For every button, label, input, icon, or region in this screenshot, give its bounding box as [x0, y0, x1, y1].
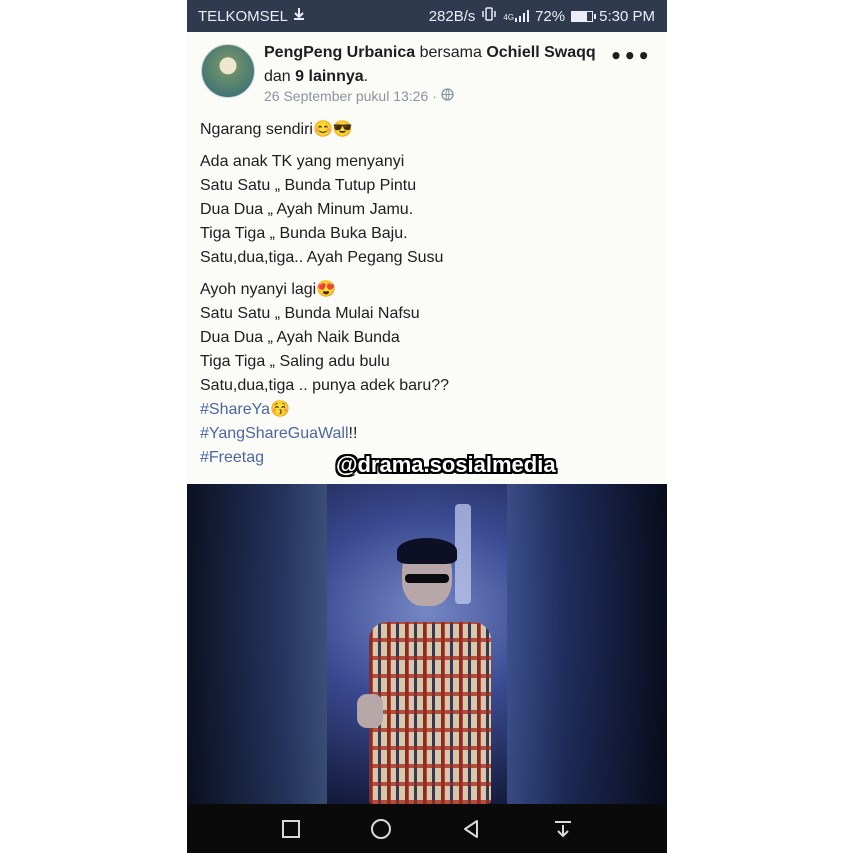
hashtag-suffix: 😚: [269, 401, 290, 418]
post-header: PengPeng Urbanica bersama Ochiell Swaqq …: [264, 41, 604, 89]
photo-bg-right: [507, 484, 667, 804]
home-icon[interactable]: [368, 816, 394, 842]
battery-percent: 72%: [535, 7, 566, 25]
post-line: Ada anak TK yang menyanyi: [200, 153, 405, 170]
tagged-friend[interactable]: Ochiell Swaqq: [486, 44, 595, 61]
watermark: @drama.sosialmedia: [336, 452, 556, 477]
hashtag-line: #ShareYa😚: [200, 398, 650, 422]
signal-icon: 4G: [503, 10, 530, 22]
photo-bg-left: [187, 484, 327, 804]
post-line: Satu,dua,tiga.. Ayah Pegang Susu: [200, 249, 444, 266]
and-label: dan: [264, 68, 291, 85]
others-link[interactable]: 9 lainnya: [295, 68, 363, 85]
android-nav-bar: [187, 804, 667, 853]
post-line: Satu Satu „ Bunda Tutup Pintu: [200, 177, 417, 194]
person-hair: [397, 538, 457, 564]
paragraph-1: Ngarang sendiri😊😎: [200, 118, 650, 142]
person-hand: [357, 694, 383, 728]
status-bar-right: 282B/s 4G 72% 5:30 PM: [429, 7, 655, 25]
photo-person: [357, 538, 507, 804]
clock: 5:30 PM: [599, 7, 655, 25]
post-timestamp[interactable]: 26 September pukul 13:26: [264, 88, 428, 104]
globe-icon: [441, 88, 454, 104]
notification-pulldown-icon[interactable]: [550, 816, 576, 842]
hashtag-link[interactable]: #Freetag: [200, 449, 264, 466]
back-icon[interactable]: [458, 816, 484, 842]
post-meta: 26 September pukul 13:26 ·: [264, 88, 454, 104]
recent-apps-icon[interactable]: [278, 816, 304, 842]
author-name[interactable]: PengPeng Urbanica: [264, 44, 415, 61]
with-label: bersama: [419, 44, 482, 61]
post-line: Tiga Tiga „ Saling adu bulu: [200, 353, 390, 370]
status-bar: TELKOMSEL 282B/s 4G 72% 5:30 PM: [187, 0, 667, 32]
status-bar-left: TELKOMSEL: [198, 7, 306, 25]
paragraph-2: Ada anak TK yang menyanyi Satu Satu „ Bu…: [200, 150, 650, 270]
battery-icon: [571, 10, 597, 22]
post-line: Ayoh nyanyi lagi😍: [200, 281, 337, 298]
hashtag-link[interactable]: #YangShareGuaWall: [200, 425, 349, 442]
post-photo[interactable]: [187, 484, 667, 804]
download-icon: [292, 7, 306, 25]
post-line: Ngarang sendiri😊😎: [200, 121, 353, 138]
carrier-name: TELKOMSEL: [198, 7, 289, 25]
post-line: Tiga Tiga „ Bunda Buka Baju.: [200, 225, 408, 242]
post-line: Satu Satu „ Bunda Mulai Nafsu: [200, 305, 420, 322]
post-body: Ngarang sendiri😊😎 Ada anak TK yang menya…: [200, 118, 650, 470]
sunglasses: [405, 574, 449, 583]
vibrate-icon: [481, 7, 497, 25]
network-type: 4G: [503, 13, 515, 22]
paragraph-3: Ayoh nyanyi lagi😍 Satu Satu „ Bunda Mula…: [200, 278, 650, 398]
post-line: Satu,dua,tiga .. punya adek baru??: [200, 377, 450, 394]
header-period: .: [363, 68, 369, 85]
more-options-icon[interactable]: •••: [610, 44, 651, 68]
hashtag-line: #YangShareGuaWall!!: [200, 422, 650, 446]
post-line: Dua Dua „ Ayah Minum Jamu.: [200, 201, 414, 218]
phone-screen: TELKOMSEL 282B/s 4G 72% 5:30 PM PengPeng…: [187, 0, 667, 853]
hashtag-suffix: !!: [348, 425, 358, 442]
facebook-post: PengPeng Urbanica bersama Ochiell Swaqq …: [187, 32, 667, 484]
hashtag-link[interactable]: #ShareYa: [200, 401, 270, 418]
network-speed: 282B/s: [428, 7, 476, 25]
plaid-shirt: [369, 622, 491, 804]
meta-separator: ·: [432, 88, 437, 104]
avatar[interactable]: [201, 44, 255, 98]
post-line: Dua Dua „ Ayah Naik Bunda: [200, 329, 400, 346]
